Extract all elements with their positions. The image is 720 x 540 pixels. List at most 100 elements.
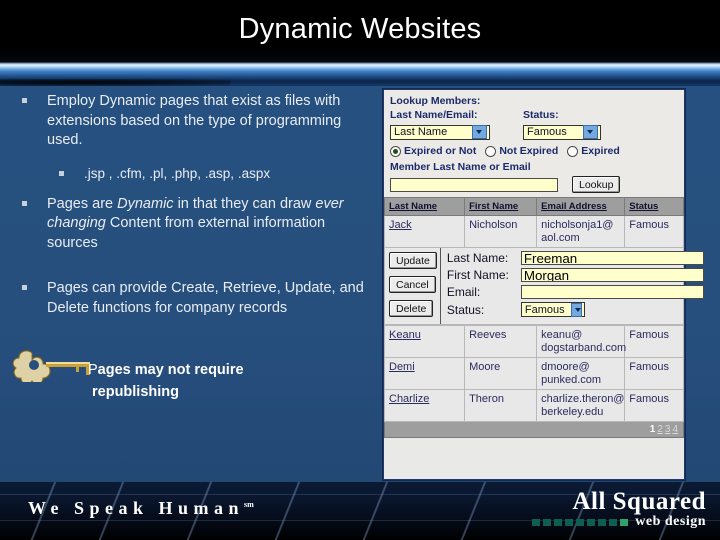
callout-lead: P [88, 362, 98, 378]
edit-status-row: Status: Famous [447, 302, 704, 317]
edit-fields: Last Name: First Name: Email: Status: Fa… [441, 248, 709, 324]
dashes-icon [532, 518, 629, 526]
radio-button-icon [485, 145, 497, 157]
callout-line-2: republishing [92, 384, 179, 400]
edit-email-label: Email: [446, 285, 481, 299]
page-link-2[interactable]: 2 [657, 424, 663, 435]
status-field-group: Status: Famous [523, 109, 601, 140]
last-name-email-label: Last Name/Email: [390, 109, 478, 121]
table-row: Charlize Theron charlize.theron@ berkele… [383, 389, 684, 422]
delete-button[interactable]: Delete [389, 300, 434, 317]
member-search-input[interactable] [390, 177, 558, 192]
bullet-text-part: Pages are [47, 195, 118, 212]
radio-not-expired[interactable]: Not Expired [485, 145, 558, 157]
sub-bullet-text: .jsp , .cfm, .pl, .php, .asp, .aspx [84, 165, 271, 181]
radio-button-icon [390, 145, 401, 157]
callout-bold: ages may not require [97, 362, 244, 378]
chevron-down-icon [472, 125, 487, 139]
list-item: Employ Dynamic pages that exist as files… [0, 92, 378, 151]
footer-diagonal [351, 482, 395, 540]
chevron-down-icon [570, 302, 582, 317]
column-header-status[interactable]: Status [624, 197, 684, 216]
cell-first-name: Nicholson [464, 215, 538, 248]
member-search-label: Member Last Name or Email [390, 161, 531, 173]
last-name-email-select-value: Last Name [394, 126, 448, 138]
table-row: Demi Moore dmoore@ punked.com Famous [383, 357, 684, 390]
update-button[interactable]: Update [389, 252, 437, 269]
footer-service-mark: sm [244, 500, 254, 509]
bullet-marker-icon [22, 98, 27, 103]
edit-status-select[interactable]: Famous [520, 302, 585, 317]
edit-status-value: Famous [524, 303, 565, 316]
radio-label: Expired or Not [404, 145, 477, 157]
cell-first-name: Reeves [464, 325, 538, 358]
status-select-value: Famous [527, 126, 567, 138]
lookup-heading: Lookup Members: [390, 95, 481, 107]
table-header-row: Last Name First Name Email Address Statu… [383, 197, 684, 216]
edit-email-row: Email: [447, 285, 704, 299]
cell-status: Famous [624, 357, 684, 390]
edit-email-input[interactable] [520, 285, 704, 299]
edit-member-panel: Update Cancel Delete Last Name: First Na… [384, 248, 704, 325]
cell-status: Famous [624, 325, 684, 358]
page-link-4[interactable]: 4 [672, 424, 678, 435]
key-icon [12, 350, 90, 382]
browser-screenshot: Lookup Members: Last Name/Email: Last Na… [383, 89, 704, 480]
slide-footer: We Speak Humansm All Squared web design [0, 482, 720, 540]
cell-first-name: Moore [464, 357, 538, 390]
radio-label: Not Expired [499, 145, 559, 157]
members-table-continued: Keanu Reeves keanu@ dogstarband.com Famo… [383, 325, 684, 422]
header-divider [0, 62, 720, 88]
edit-status-label: Status: [446, 302, 485, 317]
status-select[interactable]: Famous [523, 124, 601, 140]
cancel-button[interactable]: Cancel [389, 276, 436, 293]
members-table: Last Name First Name Email Address Statu… [383, 197, 684, 248]
page-title: Dynamic Websites [238, 13, 482, 45]
bullet-marker-icon [22, 200, 27, 206]
bullet-text: Pages can provide Create, Retrieve, Upda… [47, 280, 364, 316]
table-row: Jack Nicholson nicholsonja1@ aol.com Fam… [383, 215, 684, 248]
edit-first-name-row: First Name: [447, 268, 704, 282]
cell-first-name: Theron [464, 389, 538, 422]
status-label: Status: [523, 109, 559, 121]
column-header-last-name[interactable]: Last Name [383, 197, 466, 216]
cell-last-name-link[interactable]: Charlize [383, 389, 466, 422]
bullet-list: Employ Dynamic pages that exist as files… [0, 92, 378, 482]
edit-first-name-input[interactable] [520, 268, 704, 282]
radio-expired-or-not[interactable]: Expired or Not [390, 145, 476, 157]
brand-tagline: web design [635, 514, 706, 529]
last-name-email-select[interactable]: Last Name [390, 124, 490, 140]
list-item: Pages are Dynamic in that they can draw … [0, 195, 378, 254]
chevron-down-icon [583, 125, 598, 139]
footer-tagline-text: We Speak Human [28, 498, 245, 518]
cell-email: keanu@ dogstarband.com [536, 325, 626, 358]
column-header-first-name[interactable]: First Name [464, 197, 538, 216]
bullet-text-part: in that they can draw [173, 195, 316, 212]
cell-status: Famous [624, 389, 684, 422]
cell-last-name-link[interactable]: Demi [383, 357, 466, 390]
cell-email: nicholsonja1@ aol.com [536, 215, 626, 248]
cell-status: Famous [624, 215, 684, 248]
key-callout: Pages may not require republishing [0, 348, 378, 418]
bullet-text: Pages are Dynamic in that they can draw … [47, 195, 378, 254]
footer-tagline: We Speak Humansm [28, 498, 254, 519]
slide: Dynamic Websites Employ Dynamic pages th… [0, 0, 720, 540]
footer-diagonal [449, 482, 493, 540]
callout-line-1: Pages may not require [88, 362, 244, 378]
lookup-button[interactable]: Lookup [572, 176, 621, 193]
footer-brand: All Squared web design [532, 488, 706, 530]
page-link-3[interactable]: 3 [665, 424, 671, 435]
edit-last-name-input[interactable] [520, 251, 704, 265]
radio-label: Expired [581, 145, 620, 157]
radio-expired[interactable]: Expired [567, 145, 620, 157]
list-item: Pages can provide Create, Retrieve, Upda… [0, 279, 378, 318]
footer-diagonal [263, 482, 307, 540]
cell-last-name-link[interactable]: Jack [383, 215, 466, 248]
expiry-radio-group: Expired or Not Not Expired Expired [390, 145, 678, 157]
cell-last-name-link[interactable]: Keanu [383, 325, 466, 358]
edit-last-name-label: Last Name: [446, 251, 509, 265]
cell-email: dmoore@ punked.com [536, 357, 626, 390]
column-header-email[interactable]: Email Address [536, 197, 626, 216]
